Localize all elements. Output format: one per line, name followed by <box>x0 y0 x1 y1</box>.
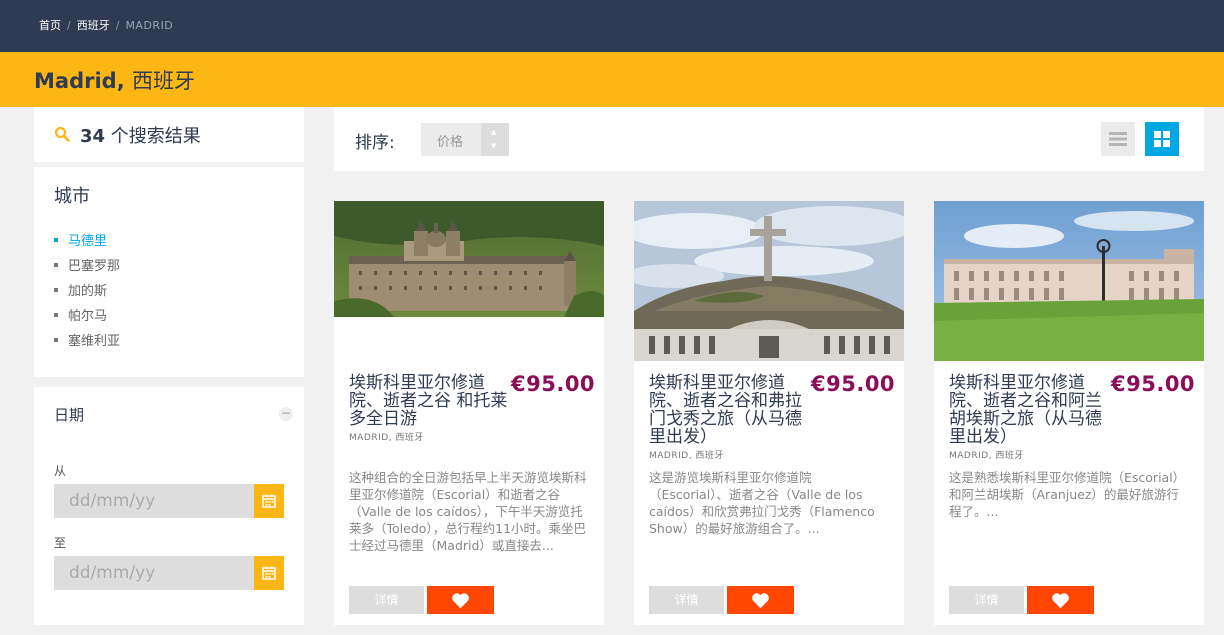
chevron-down-icon: ▼ <box>491 142 497 150</box>
city-item-barcelona[interactable]: 巴塞罗那 <box>54 257 120 282</box>
to-label: 至 <box>54 536 67 550</box>
breadcrumb: 首页 / 西班牙 / MADRID <box>39 17 173 33</box>
collapse-button[interactable]: − <box>279 407 293 421</box>
tour-card: 埃斯科里亚尔修道院、逝者之谷和弗拉门戈秀之旅（从马德里出发） €95.00 MA… <box>634 201 904 625</box>
tour-photo[interactable] <box>334 201 604 317</box>
from-date-input[interactable]: dd/mm/yy <box>54 484 254 518</box>
tour-location: MADRID, 西班牙 <box>949 451 1024 461</box>
date-filter: 日期 − 从 dd/mm/yy 至 dd/mm/yy <box>34 387 304 625</box>
details-button[interactable]: 详情 <box>649 586 724 614</box>
tour-location: MADRID, 西班牙 <box>649 451 724 461</box>
tour-price: €95.00 <box>511 372 596 396</box>
sort-value: 价格 <box>437 135 464 150</box>
city-filter: 城市 马德里 巴塞罗那 加的斯 帕尔马 塞维利亚 <box>34 167 304 377</box>
top-header: 首页 / 西班牙 / MADRID <box>0 0 1224 52</box>
from-label: 从 <box>54 464 67 478</box>
sort-arrows[interactable]: ▲ ▼ <box>481 123 509 156</box>
tour-description: 这种组合的全日游包括早上半天游览埃斯科里亚尔修道院（Escorial）和逝者之谷… <box>349 470 587 553</box>
tour-description: 这是熟悉埃斯科里亚尔修道院（Escorial）和阿兰胡埃斯（Aranjuez）的… <box>949 470 1186 519</box>
results-count: 34 个搜索结果 <box>80 122 201 148</box>
calendar-icon <box>262 566 276 580</box>
list-view-button[interactable] <box>1101 122 1135 156</box>
breadcrumb-home[interactable]: 首页 <box>39 17 61 33</box>
search-icon <box>54 126 70 142</box>
from-calendar-button[interactable] <box>254 484 284 518</box>
grid-view-button[interactable] <box>1145 122 1179 156</box>
tour-name[interactable]: 埃斯科里亚尔修道院、逝者之谷和弗拉门戈秀之旅（从马德里出发） <box>649 374 809 446</box>
details-button[interactable]: 详情 <box>349 586 424 614</box>
favorite-button[interactable] <box>727 586 794 614</box>
breadcrumb-separator: / <box>115 19 120 32</box>
date-filter-title: 日期 <box>54 406 85 424</box>
tour-description: 这是游览埃斯科里亚尔修道院（Escorial）、逝者之谷（Valle de lo… <box>649 470 875 536</box>
breadcrumb-current: MADRID <box>125 19 174 32</box>
tour-card: 埃斯科里亚尔修道院、逝者之谷 和托莱多全日游 €95.00 MADRID, 西班… <box>334 201 604 625</box>
breadcrumb-separator: / <box>67 19 71 32</box>
page-title: Madrid, 西班牙 <box>34 65 195 95</box>
tour-name[interactable]: 埃斯科里亚尔修道院、逝者之谷和阿兰胡埃斯之旅（从马德里出发） <box>949 374 1109 446</box>
heart-icon <box>1052 593 1069 609</box>
search-results-summary: 34 个搜索结果 <box>34 107 304 162</box>
favorite-button[interactable] <box>1027 586 1094 614</box>
city-item-cadiz[interactable]: 加的斯 <box>54 282 120 307</box>
city-filter-title: 城市 <box>54 186 90 207</box>
city-item-palma[interactable]: 帕尔马 <box>54 307 120 332</box>
results-count-label: 个搜索结果 <box>110 126 201 147</box>
sort-select[interactable]: 价格 ▲ ▼ <box>421 123 509 156</box>
sort-label: 排序: <box>355 133 395 153</box>
sort-toolbar: 排序: 价格 ▲ ▼ <box>334 107 1204 171</box>
title-bar: Madrid, 西班牙 <box>0 52 1224 107</box>
tour-price: €95.00 <box>1111 372 1196 396</box>
to-calendar-button[interactable] <box>254 556 284 590</box>
tour-location: MADRID, 西班牙 <box>349 433 424 443</box>
page-title-country: 西班牙 <box>131 69 195 93</box>
tour-card: 埃斯科里亚尔修道院、逝者之谷和阿兰胡埃斯之旅（从马德里出发） €95.00 MA… <box>934 201 1204 625</box>
to-date-input[interactable]: dd/mm/yy <box>54 556 254 590</box>
tour-photo[interactable] <box>634 201 904 361</box>
city-list: 马德里 巴塞罗那 加的斯 帕尔马 塞维利亚 <box>54 232 120 357</box>
tour-name[interactable]: 埃斯科里亚尔修道院、逝者之谷 和托莱多全日游 <box>349 374 509 428</box>
city-item-seville[interactable]: 塞维利亚 <box>54 332 120 357</box>
grid-view-icon <box>1154 131 1170 147</box>
chevron-up-icon: ▲ <box>491 128 497 136</box>
tour-price: €95.00 <box>811 372 896 396</box>
favorite-button[interactable] <box>427 586 494 614</box>
tour-photo[interactable] <box>934 201 1204 361</box>
calendar-icon <box>262 494 276 508</box>
page-title-city: Madrid, <box>34 69 125 93</box>
results-count-number: 34 <box>80 126 106 147</box>
city-item-madrid[interactable]: 马德里 <box>54 232 120 257</box>
breadcrumb-country[interactable]: 西班牙 <box>77 17 110 33</box>
heart-icon <box>452 593 469 609</box>
heart-icon <box>752 593 769 609</box>
list-view-icon <box>1109 132 1127 146</box>
details-button[interactable]: 详情 <box>949 586 1024 614</box>
